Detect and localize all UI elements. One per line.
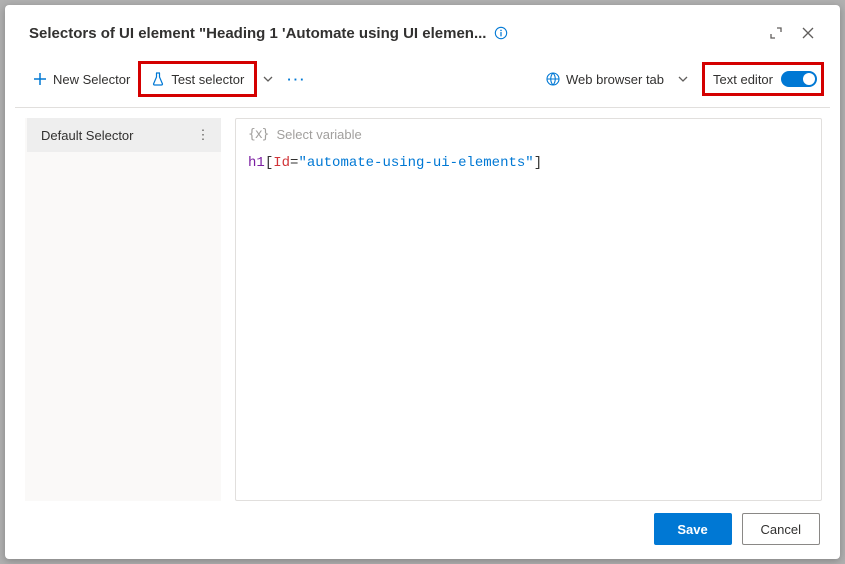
code-attr: Id [273, 155, 290, 171]
chevron-down-icon [678, 74, 688, 84]
vertical-ellipsis-icon: ⋮ [197, 127, 210, 142]
test-selector-label: Test selector [171, 72, 244, 87]
ellipsis-icon: ··· [287, 72, 306, 87]
selector-list-item[interactable]: Default Selector ⋮ [25, 118, 221, 152]
web-browser-tab-dropdown[interactable] [672, 64, 694, 94]
variable-placeholder: Select variable [276, 127, 361, 142]
expand-icon [770, 27, 782, 39]
expand-button[interactable] [760, 19, 792, 47]
test-selector-dropdown[interactable] [257, 64, 279, 94]
text-editor-toggle[interactable] [781, 71, 817, 87]
flask-icon [151, 72, 165, 86]
title-bar: Selectors of UI element "Heading 1 'Auto… [15, 15, 830, 57]
test-selector-highlight: Test selector [138, 61, 257, 97]
body: Default Selector ⋮ {x} Select variable h… [15, 108, 830, 501]
close-button[interactable] [792, 19, 824, 47]
plus-icon [33, 72, 47, 86]
more-actions-button[interactable]: ··· [279, 64, 307, 94]
selector-list-item-label: Default Selector [41, 128, 191, 143]
code-tag: h1 [248, 155, 265, 171]
code-value: automate-using-ui-elements [307, 155, 525, 171]
test-selector-button[interactable]: Test selector [143, 64, 252, 94]
chevron-down-icon [263, 74, 273, 84]
text-editor-highlight: Text editor [702, 62, 824, 96]
toolbar: New Selector Test selector ··· Web brows… [15, 57, 830, 108]
footer: Save Cancel [15, 501, 830, 551]
selector-editor: {x} Select variable h1[Id="automate-usin… [235, 118, 822, 501]
selector-item-more-button[interactable]: ⋮ [191, 118, 215, 152]
dialog-title: Selectors of UI element "Heading 1 'Auto… [29, 25, 486, 42]
new-selector-label: New Selector [53, 72, 130, 87]
web-browser-tab-label: Web browser tab [566, 72, 664, 87]
globe-icon [546, 72, 560, 86]
save-button[interactable]: Save [654, 513, 732, 545]
selector-code[interactable]: h1[Id="automate-using-ui-elements"] [236, 149, 821, 177]
web-browser-tab-button[interactable]: Web browser tab [538, 64, 672, 94]
new-selector-button[interactable]: New Selector [25, 64, 138, 94]
close-icon [802, 27, 814, 39]
selector-builder-dialog: Selectors of UI element "Heading 1 'Auto… [5, 5, 840, 559]
variable-icon: {x} [248, 127, 268, 142]
variable-bar[interactable]: {x} Select variable [236, 119, 821, 149]
cancel-button[interactable]: Cancel [742, 513, 820, 545]
info-icon[interactable] [494, 26, 508, 40]
text-editor-label: Text editor [713, 72, 773, 87]
selectors-sidebar: Default Selector ⋮ [25, 118, 221, 501]
